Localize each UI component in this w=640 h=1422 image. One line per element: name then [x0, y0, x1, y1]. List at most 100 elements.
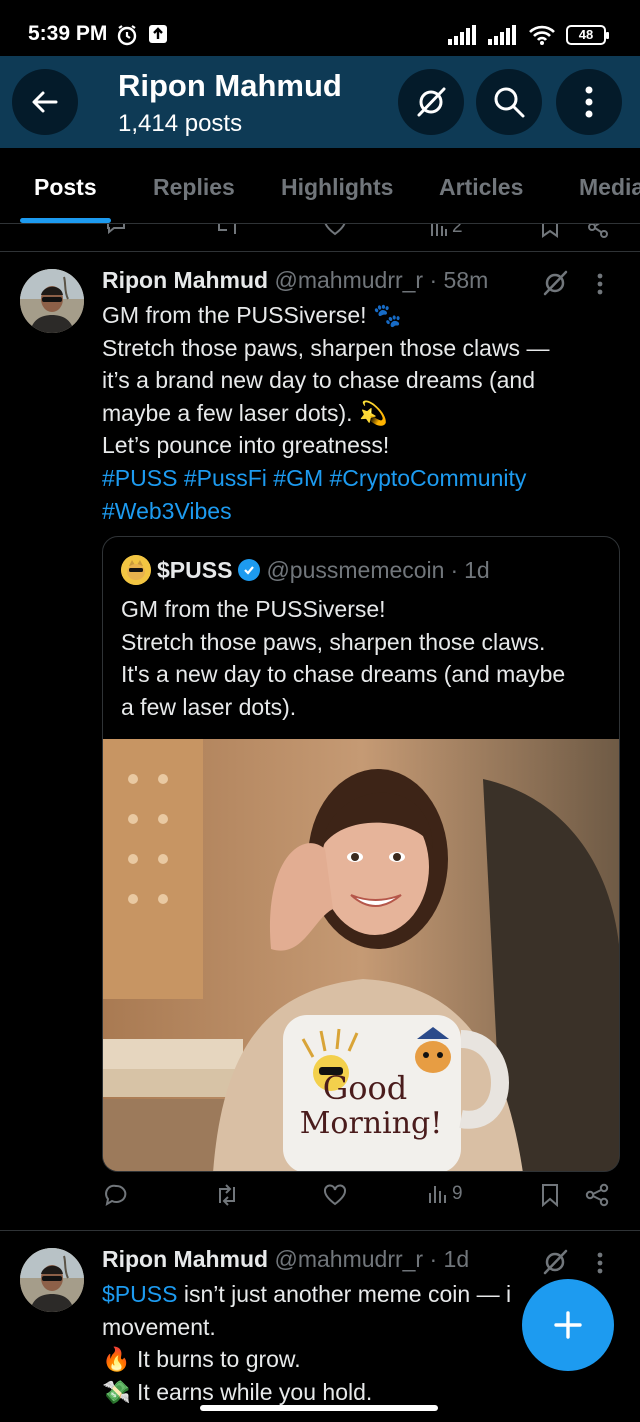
post-text-line: maybe a few laser dots). 💫 [102, 399, 388, 426]
tab-media[interactable]: Media [579, 174, 640, 201]
reply-icon [105, 1184, 127, 1207]
post-time: 1d [443, 1246, 470, 1272]
wifi-icon [529, 25, 555, 45]
image-caption-good: Good [323, 1069, 408, 1107]
search-button[interactable] [476, 69, 542, 135]
more-options-button[interactable] [556, 69, 622, 135]
post-item[interactable]: Ripon Mahmud @mahmudrr_r · 58m GM from t… [0, 253, 640, 1231]
like-icon[interactable] [322, 224, 348, 236]
views-button[interactable]: 9 [428, 1183, 463, 1205]
more-vertical-icon [597, 273, 603, 295]
upload-icon [149, 25, 167, 43]
compose-button[interactable] [522, 1279, 614, 1371]
tab-active-indicator [20, 218, 111, 223]
post-more-button[interactable] [597, 1252, 603, 1279]
home-indicator[interactable] [200, 1405, 438, 1411]
post-separator: · [429, 1246, 438, 1272]
post-hashtags[interactable]: #PUSS #PussFi #GM #CryptoCommunity [102, 462, 602, 495]
post-grok-button[interactable] [541, 269, 569, 302]
post-text-line: 💸 It earns while you hold. [102, 1378, 373, 1405]
grok-icon [417, 87, 446, 117]
grok-icon [543, 1249, 568, 1275]
image-caption-morning: Morning! [300, 1106, 443, 1141]
post-handle[interactable]: @mahmudrr_r [274, 267, 423, 293]
plus-icon [554, 1311, 582, 1339]
quote-text-line: a few laser dots). [121, 693, 297, 720]
previous-views-count: 2 [452, 224, 463, 237]
cashtag-link[interactable]: $PUSS [102, 1281, 177, 1307]
alarm-icon [117, 25, 137, 46]
quote-author[interactable]: $PUSS [157, 557, 232, 584]
quote-separator: · [450, 556, 459, 583]
tab-posts[interactable]: Posts [34, 174, 97, 201]
reply-icon[interactable] [104, 224, 128, 236]
post-count: 1,414 posts [118, 110, 243, 137]
tab-replies[interactable]: Replies [153, 174, 235, 201]
share-icon[interactable] [586, 224, 610, 238]
views-count: 9 [452, 1183, 463, 1204]
post-header: Ripon Mahmud @mahmudrr_r · 1d [102, 1246, 469, 1273]
post-handle[interactable]: @mahmudrr_r [274, 1246, 423, 1272]
previous-post-actions: 2 [0, 224, 640, 252]
views-icon [431, 224, 447, 236]
avatar[interactable] [20, 1248, 84, 1312]
post-text-line: Let’s pounce into greatness! [102, 432, 390, 459]
quote-text-line: GM from the PUSSiverse! [121, 596, 386, 622]
post-text-line: Stretch those paws, sharpen those claws … [102, 334, 550, 361]
previous-views[interactable]: 2 [430, 224, 463, 238]
reply-button[interactable] [104, 1183, 128, 1207]
repost-button[interactable] [214, 1183, 240, 1207]
status-time: 5:39 PM [28, 22, 108, 45]
avatar[interactable] [20, 269, 84, 333]
quote-avatar[interactable] [121, 555, 151, 585]
quoted-post[interactable]: $PUSS @pussmemecoin · 1d GM from the PUS… [102, 536, 620, 1172]
search-icon [494, 87, 525, 118]
post-hashtags[interactable]: #Web3Vibes [102, 495, 602, 528]
post-text-line: GM from the PUSSiverse! 🐾 [102, 302, 402, 328]
bookmark-icon [542, 1184, 558, 1207]
quote-time: 1d [464, 556, 490, 583]
bookmark-icon[interactable] [540, 224, 560, 238]
signal-icon-2 [488, 25, 516, 45]
views-icon [429, 1186, 446, 1203]
tab-articles[interactable]: Articles [439, 174, 523, 201]
status-bar: 5:39 PM 48 [0, 0, 640, 56]
status-system-icons: 48 [448, 24, 609, 46]
profile-name: Ripon Mahmud [118, 68, 342, 103]
back-arrow-icon [32, 91, 58, 113]
like-icon [324, 1184, 346, 1206]
status-notification-icons [116, 24, 168, 46]
like-button[interactable] [322, 1183, 348, 1207]
post-action-bar: 9 [102, 1183, 622, 1219]
more-vertical-icon [597, 1252, 603, 1274]
post-text-fragment: isn’t just another meme coin — i [177, 1281, 512, 1307]
quote-text-line: It's a new day to chase dreams (and mayb… [121, 661, 566, 688]
post-text-line: it’s a brand new day to chase dreams (an… [102, 367, 535, 394]
quote-text: GM from the PUSSiverse! Stretch those pa… [121, 593, 607, 723]
verified-icon [238, 559, 261, 581]
bookmark-button[interactable] [540, 1183, 560, 1207]
tab-highlights[interactable]: Highlights [281, 174, 393, 201]
quote-text-line: Stretch those paws, sharpen those claws. [121, 628, 546, 655]
profile-header: Ripon Mahmud 1,414 posts [0, 56, 640, 148]
battery-indicator: 48 [566, 25, 609, 45]
post-grok-button[interactable] [541, 1248, 569, 1281]
quote-image[interactable]: Good Morning! [103, 739, 619, 1171]
repost-icon[interactable] [214, 224, 240, 236]
post-text-line: 🔥 It burns to grow. [102, 1346, 301, 1373]
quote-handle[interactable]: @pussmemecoin [266, 557, 444, 584]
signal-icon [448, 25, 476, 45]
post-separator: · [429, 267, 438, 293]
back-button[interactable] [12, 69, 78, 135]
post-more-button[interactable] [597, 273, 603, 300]
more-vertical-icon [585, 86, 593, 118]
post-author[interactable]: Ripon Mahmud [102, 267, 268, 293]
post-author[interactable]: Ripon Mahmud [102, 1246, 268, 1272]
quote-header: $PUSS @pussmemecoin · 1d [121, 555, 490, 585]
share-icon [585, 1183, 609, 1207]
grok-button[interactable] [398, 69, 464, 135]
repost-icon [219, 1184, 235, 1206]
grok-icon [543, 270, 568, 296]
share-button[interactable] [584, 1183, 610, 1207]
post-text: GM from the PUSSiverse! 🐾 Stretch those … [102, 299, 602, 527]
